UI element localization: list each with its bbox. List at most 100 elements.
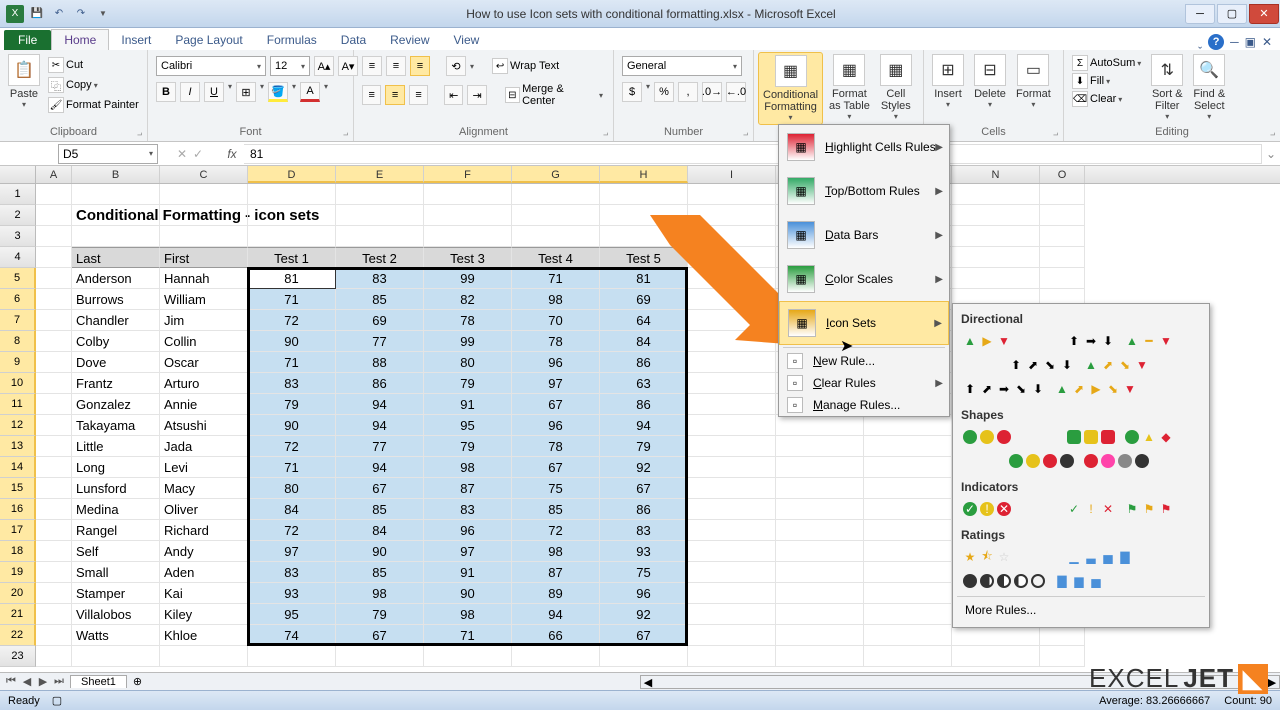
- cell[interactable]: [776, 562, 864, 583]
- cell[interactable]: 86: [600, 394, 688, 415]
- cell[interactable]: 94: [336, 457, 424, 478]
- cell[interactable]: [1040, 268, 1085, 289]
- cell[interactable]: 84: [336, 520, 424, 541]
- sheet-nav-last-icon[interactable]: ⏭: [52, 675, 66, 688]
- cf-menu-item[interactable]: ▫New Rule...: [779, 350, 949, 372]
- underline-button[interactable]: U: [204, 82, 224, 102]
- cell[interactable]: Small: [72, 562, 160, 583]
- cell[interactable]: 90: [424, 583, 512, 604]
- cell[interactable]: 80: [248, 478, 336, 499]
- cell[interactable]: [248, 226, 336, 247]
- cell[interactable]: Test 2: [336, 247, 424, 268]
- column-header[interactable]: E: [336, 166, 424, 183]
- cell[interactable]: 77: [336, 436, 424, 457]
- cell[interactable]: 71: [248, 457, 336, 478]
- cut-button[interactable]: ✂Cut: [46, 56, 141, 74]
- iconset-option[interactable]: ✓!✕: [961, 500, 1013, 518]
- iconset-option[interactable]: ⬆➡⬇: [1065, 332, 1117, 350]
- cell[interactable]: 90: [248, 331, 336, 352]
- cell[interactable]: 67: [512, 457, 600, 478]
- cell[interactable]: Levi: [160, 457, 248, 478]
- cell[interactable]: 79: [424, 436, 512, 457]
- cell[interactable]: Kai: [160, 583, 248, 604]
- cell[interactable]: Aden: [160, 562, 248, 583]
- cell[interactable]: [688, 373, 776, 394]
- row-header[interactable]: 2: [0, 205, 36, 226]
- cell[interactable]: [36, 415, 72, 436]
- cell[interactable]: [160, 184, 248, 205]
- iconset-option[interactable]: ★⯪☆: [961, 548, 1013, 566]
- select-all-corner[interactable]: [0, 166, 36, 183]
- cell[interactable]: [688, 520, 776, 541]
- cell[interactable]: Oscar: [160, 352, 248, 373]
- cell[interactable]: [776, 583, 864, 604]
- cell[interactable]: [776, 415, 864, 436]
- format-painter-button[interactable]: 🖌Format Painter: [46, 96, 141, 114]
- cell[interactable]: [688, 478, 776, 499]
- cell[interactable]: [952, 646, 1040, 667]
- format-as-table-button[interactable]: ▦ Format as Table▾: [825, 52, 874, 123]
- column-header[interactable]: F: [424, 166, 512, 183]
- iconset-option[interactable]: [1065, 428, 1117, 446]
- cell[interactable]: [36, 268, 72, 289]
- align-left-icon[interactable]: ≡: [362, 85, 381, 105]
- cell[interactable]: Dove: [72, 352, 160, 373]
- cell[interactable]: 83: [248, 562, 336, 583]
- iconset-option[interactable]: ⬆⬈⬊⬇: [1007, 356, 1076, 374]
- decrease-decimal-icon[interactable]: ←.0: [726, 82, 746, 102]
- cell[interactable]: [36, 604, 72, 625]
- cell[interactable]: Oliver: [160, 499, 248, 520]
- cell[interactable]: [688, 415, 776, 436]
- copy-button[interactable]: ⿻Copy▾: [46, 76, 141, 94]
- cell[interactable]: 93: [248, 583, 336, 604]
- cell[interactable]: 83: [336, 268, 424, 289]
- cell[interactable]: 94: [336, 394, 424, 415]
- cell[interactable]: Richard: [160, 520, 248, 541]
- align-middle-icon[interactable]: ≡: [386, 56, 406, 76]
- undo-icon[interactable]: ↶: [50, 5, 68, 23]
- tab-formulas[interactable]: Formulas: [255, 30, 329, 50]
- row-header[interactable]: 20: [0, 583, 36, 604]
- window-restore-icon[interactable]: ▣: [1245, 35, 1256, 49]
- cell[interactable]: [512, 184, 600, 205]
- cell[interactable]: [688, 394, 776, 415]
- cell[interactable]: [512, 646, 600, 667]
- row-header[interactable]: 23: [0, 646, 36, 667]
- cell[interactable]: [36, 520, 72, 541]
- cell[interactable]: Long: [72, 457, 160, 478]
- cell[interactable]: [864, 436, 952, 457]
- column-header[interactable]: D: [248, 166, 336, 183]
- excel-icon[interactable]: X: [6, 5, 24, 23]
- cell[interactable]: 78: [512, 331, 600, 352]
- window-close-icon[interactable]: ✕: [1262, 35, 1272, 49]
- column-header[interactable]: C: [160, 166, 248, 183]
- cell[interactable]: [952, 205, 1040, 226]
- cell[interactable]: 69: [336, 310, 424, 331]
- cell[interactable]: [160, 646, 248, 667]
- row-header[interactable]: 15: [0, 478, 36, 499]
- cell[interactable]: Conditional Formatting - icon sets: [72, 205, 160, 226]
- row-header[interactable]: 3: [0, 226, 36, 247]
- cell[interactable]: [248, 205, 336, 226]
- cell[interactable]: Lunsford: [72, 478, 160, 499]
- cf-menu-item[interactable]: ▦Color Scales▶: [779, 257, 949, 301]
- cell[interactable]: 79: [336, 604, 424, 625]
- redo-icon[interactable]: ↷: [72, 5, 90, 23]
- cell[interactable]: 91: [424, 394, 512, 415]
- cell[interactable]: Annie: [160, 394, 248, 415]
- row-header[interactable]: 14: [0, 457, 36, 478]
- cell[interactable]: [72, 226, 160, 247]
- cell[interactable]: [776, 646, 864, 667]
- row-header[interactable]: 21: [0, 604, 36, 625]
- cell[interactable]: Jim: [160, 310, 248, 331]
- column-header[interactable]: A: [36, 166, 72, 183]
- tab-home[interactable]: Home: [51, 29, 109, 50]
- iconset-option[interactable]: ⚑⚑⚑: [1123, 500, 1175, 518]
- cell[interactable]: 86: [600, 499, 688, 520]
- cell[interactable]: [248, 646, 336, 667]
- row-header[interactable]: 13: [0, 436, 36, 457]
- cell[interactable]: First: [160, 247, 248, 268]
- delete-cells-button[interactable]: ⊟Delete▾: [970, 52, 1010, 111]
- borders-button[interactable]: ⊞: [236, 82, 256, 102]
- cell[interactable]: 83: [424, 499, 512, 520]
